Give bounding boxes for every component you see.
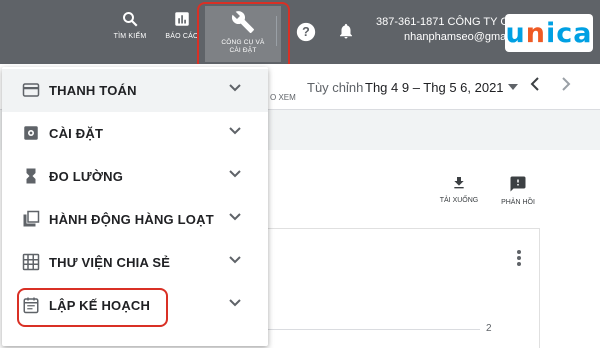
chart-tick-label: 2 bbox=[486, 323, 492, 334]
menu-item-label: CÀI ĐẶT bbox=[49, 126, 104, 141]
chart-card bbox=[268, 228, 540, 348]
download-button[interactable]: TẢI XUỐNG bbox=[435, 175, 483, 204]
unica-logo: u n i c a bbox=[505, 14, 593, 52]
account-email[interactable]: nhanphamseo@gmail bbox=[404, 31, 511, 43]
chevron-down-icon bbox=[229, 256, 241, 264]
feedback-button[interactable]: PHẢN HỒI bbox=[496, 175, 540, 206]
chevron-down-icon bbox=[229, 170, 241, 178]
help-icon[interactable]: ? bbox=[296, 22, 316, 42]
chevron-down-icon bbox=[229, 213, 241, 221]
reports-label: BÁO CÁO bbox=[165, 33, 199, 40]
logo-letter: c bbox=[556, 17, 574, 49]
logo-letter: u bbox=[505, 17, 526, 49]
search-button[interactable]: TÌM KIẾM bbox=[110, 10, 150, 40]
toolbar-divider bbox=[276, 16, 277, 46]
svg-text:?: ? bbox=[302, 25, 310, 39]
logo-letter: a bbox=[573, 17, 593, 49]
date-custom-label: Tùy chỉnh bbox=[307, 80, 364, 95]
planning-highlight-box bbox=[17, 288, 168, 327]
chevron-down-icon bbox=[229, 84, 241, 92]
search-label: TÌM KIẾM bbox=[113, 33, 147, 40]
shared-library-icon bbox=[22, 253, 40, 271]
menu-item-measurement[interactable]: ĐO LƯỜNG bbox=[2, 155, 268, 198]
feedback-label: PHẢN HỒI bbox=[501, 199, 535, 206]
feedback-icon bbox=[510, 176, 526, 192]
download-label: TẢI XUỐNG bbox=[439, 197, 479, 204]
chevron-left-icon[interactable] bbox=[529, 76, 541, 92]
chevron-down-icon bbox=[229, 299, 241, 307]
chevron-right-icon[interactable] bbox=[560, 76, 572, 92]
chevron-down-icon bbox=[229, 127, 241, 135]
menu-item-label: THƯ VIỆN CHIA SẺ bbox=[49, 255, 171, 270]
search-icon bbox=[123, 12, 138, 27]
menu-item-label: THANH TOÁN bbox=[49, 83, 137, 98]
menu-item-bulk-actions[interactable]: HÀNH ĐỘNG HÀNG LOẠT bbox=[2, 198, 268, 241]
logo-letter: n bbox=[525, 17, 546, 49]
more-vert-icon[interactable] bbox=[516, 249, 522, 267]
bell-icon[interactable] bbox=[337, 21, 355, 41]
menu-item-label: HÀNH ĐỘNG HÀNG LOẠT bbox=[49, 212, 214, 227]
hourglass-icon bbox=[26, 168, 36, 184]
credit-card-icon bbox=[22, 83, 40, 97]
logo-letter: i bbox=[545, 17, 557, 49]
menu-item-shared-library[interactable]: THƯ VIỆN CHIA SẺ bbox=[2, 241, 268, 284]
bar-chart-icon bbox=[175, 12, 189, 26]
bulk-actions-icon bbox=[23, 210, 40, 227]
download-icon bbox=[454, 177, 464, 189]
account-id[interactable]: 387-361-1871 CÔNG TY CP bbox=[376, 16, 516, 28]
menu-item-billing[interactable]: THANH TOÁN bbox=[2, 69, 268, 112]
date-range-value[interactable]: Thg 4 9 – Thg 5 6, 2021 bbox=[365, 80, 504, 95]
caret-down-icon[interactable] bbox=[508, 84, 518, 90]
view-label-fragment: O XEM bbox=[270, 93, 296, 102]
menu-item-settings[interactable]: CÀI ĐẶT bbox=[2, 112, 268, 155]
chart-gridline bbox=[268, 329, 480, 330]
menu-item-label: ĐO LƯỜNG bbox=[49, 169, 124, 184]
settings-icon bbox=[24, 126, 38, 140]
